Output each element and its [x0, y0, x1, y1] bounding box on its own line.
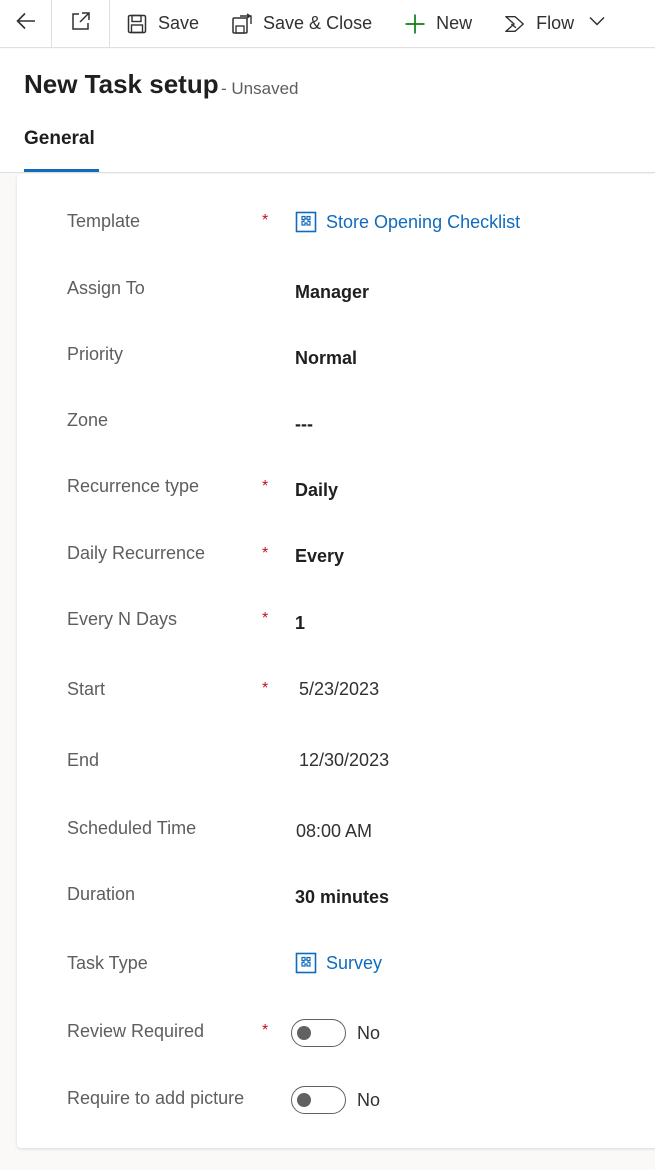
- toggle-knob: [297, 1093, 311, 1107]
- save-and-close-button[interactable]: Save & Close: [215, 0, 388, 48]
- chevron-down-icon: [588, 12, 606, 35]
- review-required-toggle-group: No: [291, 1019, 380, 1047]
- field-label: Daily Recurrence: [67, 543, 206, 563]
- field-review-required: Review Required * No: [17, 1019, 655, 1063]
- field-value[interactable]: 1: [295, 613, 305, 634]
- field-task-type: Task Type Survey: [17, 951, 655, 995]
- save-close-icon: [231, 12, 253, 35]
- field-value[interactable]: ---: [295, 414, 313, 435]
- field-template: Template * Store Opening Checklist: [17, 208, 655, 252]
- required-indicator: *: [262, 212, 269, 229]
- save-label: Save: [158, 13, 200, 33]
- field-value[interactable]: Manager: [295, 282, 369, 303]
- field-label: Every N Days: [67, 609, 178, 629]
- form-header: New Task setup - Unsaved General: [0, 49, 655, 173]
- require-picture-toggle-group: No: [291, 1086, 380, 1114]
- field-label: Assign To: [67, 278, 145, 298]
- field-duration: Duration 30 minutes: [17, 882, 655, 926]
- field-label: Require to add picture: [67, 1088, 245, 1108]
- field-value: Survey: [326, 952, 383, 973]
- new-button[interactable]: New: [388, 0, 488, 48]
- field-label: Recurrence type: [67, 476, 200, 496]
- command-bar: Save Save & Close New Flow: [0, 0, 655, 48]
- tab-general-selected-indicator: [24, 169, 99, 172]
- field-value[interactable]: Every: [295, 546, 344, 567]
- field-recurrence-type: Recurrence type * Daily: [17, 474, 655, 518]
- required-indicator: *: [262, 478, 269, 495]
- field-daily-recurrence: Daily Recurrence * Every: [17, 541, 655, 585]
- back-button[interactable]: [0, 0, 52, 48]
- toggle-knob: [297, 1026, 311, 1040]
- field-assign-to: Assign To Manager: [17, 276, 655, 320]
- template-lookup-value[interactable]: Store Opening Checklist: [295, 211, 520, 233]
- new-label: New: [436, 13, 473, 33]
- field-value[interactable]: Daily: [295, 480, 338, 501]
- field-zone: Zone ---: [17, 408, 655, 452]
- page-title: New Task setup: [24, 69, 219, 99]
- field-label: Review Required: [67, 1021, 205, 1041]
- save-icon: [126, 13, 148, 35]
- field-value[interactable]: 5/23/2023: [299, 679, 379, 700]
- review-required-toggle[interactable]: [291, 1019, 346, 1047]
- save-status: - Unsaved: [221, 79, 299, 98]
- back-arrow-icon: [15, 10, 37, 37]
- flow-label: Flow: [536, 13, 575, 33]
- save-button[interactable]: Save: [110, 0, 215, 48]
- field-label: End: [67, 750, 100, 770]
- field-end: End 12/30/2023: [17, 748, 655, 792]
- entity-record-icon: [295, 952, 317, 974]
- field-value[interactable]: 12/30/2023: [299, 750, 389, 771]
- toggle-state-label: No: [357, 1089, 381, 1110]
- field-start: Start * 5/23/2023: [17, 677, 655, 721]
- require-picture-toggle[interactable]: [291, 1086, 346, 1114]
- field-label: Start: [67, 679, 106, 699]
- required-indicator: *: [262, 610, 269, 627]
- field-require-picture: Require to add picture No: [17, 1086, 655, 1130]
- field-value[interactable]: 08:00 AM: [296, 821, 372, 842]
- flow-icon: [504, 13, 526, 35]
- save-close-label: Save & Close: [263, 13, 373, 33]
- field-label: Template: [67, 211, 141, 231]
- flow-dropdown-button[interactable]: [580, 0, 614, 48]
- required-indicator: *: [262, 545, 269, 562]
- field-every-n-days: Every N Days * 1: [17, 607, 655, 651]
- flow-button[interactable]: Flow: [488, 0, 580, 48]
- field-value: Store Opening Checklist: [326, 211, 521, 232]
- field-scheduled-time: Scheduled Time 08:00 AM: [17, 816, 655, 860]
- open-in-new-window-button[interactable]: [52, 0, 110, 48]
- field-priority: Priority Normal: [17, 342, 655, 386]
- field-label: Zone: [67, 410, 109, 430]
- tab-general[interactable]: General: [24, 128, 95, 150]
- field-label: Priority: [67, 344, 124, 364]
- toggle-state-label: No: [357, 1022, 381, 1043]
- field-value[interactable]: Normal: [295, 348, 357, 369]
- field-value[interactable]: 30 minutes: [295, 887, 389, 908]
- entity-record-icon: [295, 211, 317, 233]
- general-section-card: Template * Store Opening Checklist Assig…: [17, 174, 655, 1148]
- required-indicator: *: [262, 1022, 269, 1039]
- field-label: Scheduled Time: [67, 818, 197, 838]
- task-type-lookup-value[interactable]: Survey: [295, 952, 382, 974]
- required-indicator: *: [262, 680, 269, 697]
- popout-icon: [70, 10, 92, 37]
- field-label: Task Type: [67, 953, 148, 973]
- plus-icon: [404, 13, 426, 35]
- field-label: Duration: [67, 884, 136, 904]
